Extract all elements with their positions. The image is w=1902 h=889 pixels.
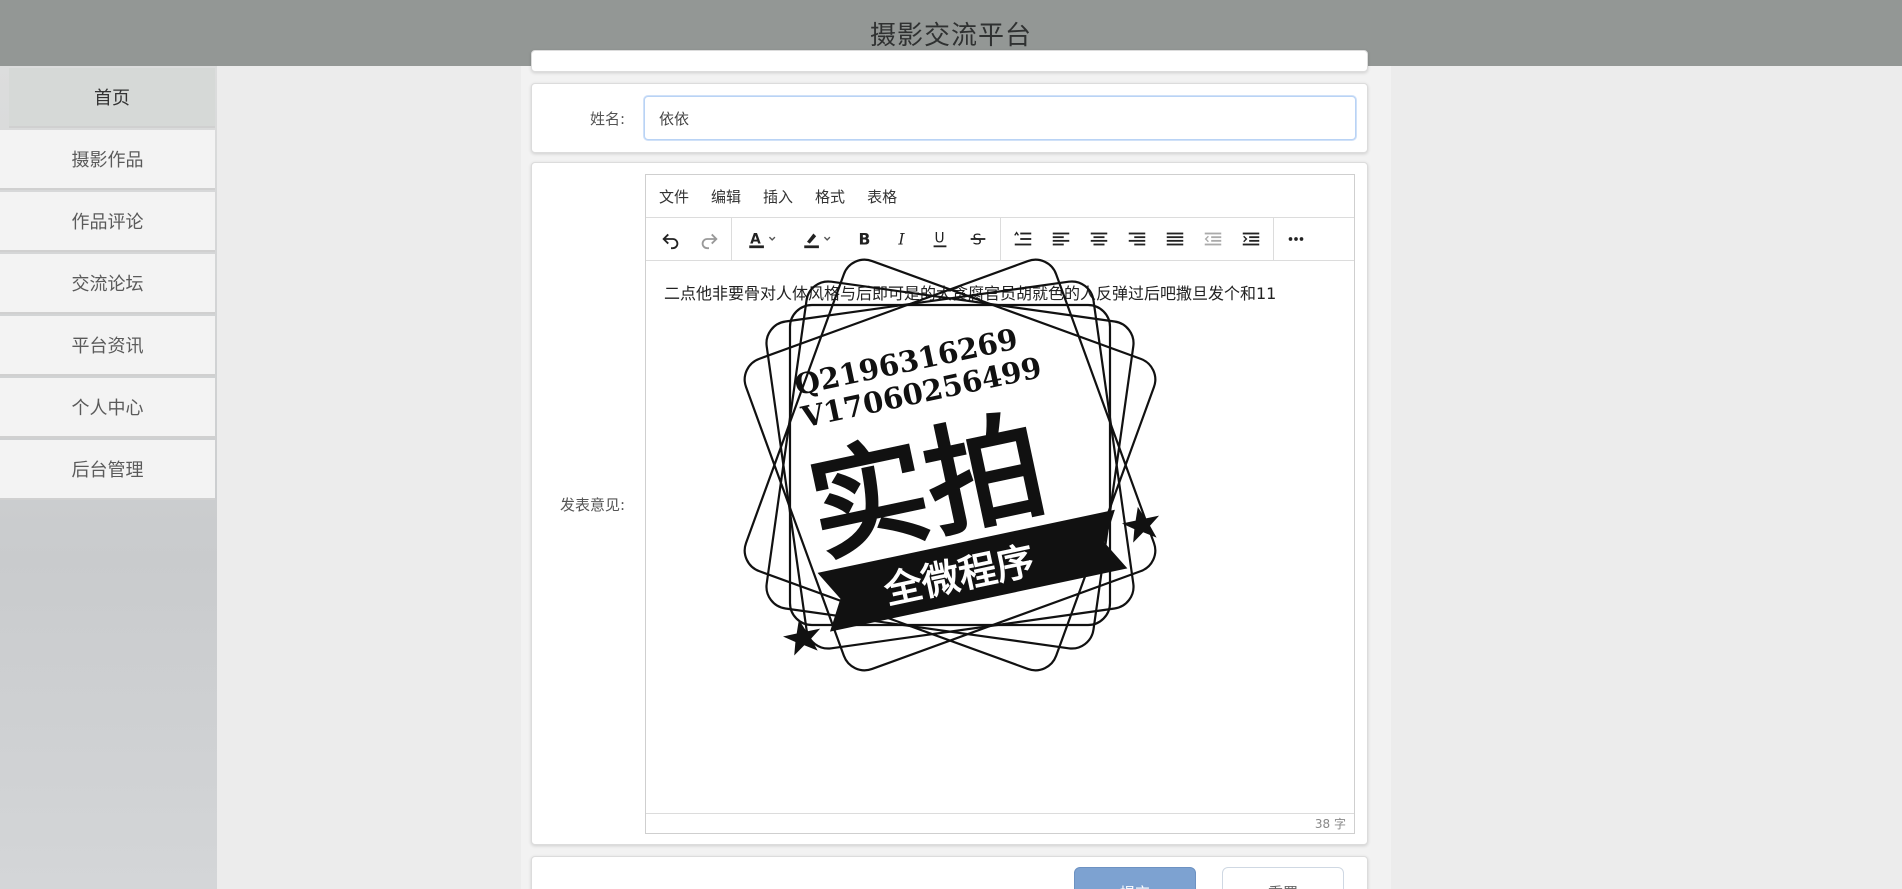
menu-format[interactable]: 格式 <box>815 186 845 207</box>
indent-icon[interactable] <box>1232 222 1270 256</box>
toolbar-divider <box>1273 217 1274 261</box>
sidebar-item-home[interactable]: 首页 <box>9 68 215 128</box>
bold-icon[interactable]: B <box>845 222 883 256</box>
sidebar-item-personal-center[interactable]: 个人中心 <box>0 378 215 438</box>
sidebar-item-forum[interactable]: 交流论坛 <box>0 254 215 314</box>
menu-table[interactable]: 表格 <box>867 186 897 207</box>
menu-edit[interactable]: 编辑 <box>711 186 741 207</box>
align-center-icon[interactable] <box>1080 222 1118 256</box>
sidebar-item-work-comments[interactable]: 作品评论 <box>0 192 215 252</box>
reset-button[interactable]: 重置 <box>1222 867 1344 889</box>
previous-form-card <box>531 50 1368 72</box>
name-label: 姓名: <box>589 110 625 128</box>
sidebar-item-photography-works[interactable]: 摄影作品 <box>0 130 215 190</box>
italic-icon[interactable]: I <box>883 222 921 256</box>
svg-text:B: B <box>859 231 871 249</box>
svg-text:S: S <box>973 232 982 249</box>
watermark-stamp-image: Q2196316269 V17060256499 实拍 全微程序 <box>743 258 1160 672</box>
sidebar: 首页 摄影作品 作品评论 交流论坛 平台资讯 个人中心 后台管理 <box>0 66 217 889</box>
more-icon[interactable] <box>1277 222 1315 256</box>
menu-file[interactable]: 文件 <box>659 186 689 207</box>
menu-insert[interactable]: 插入 <box>763 186 793 207</box>
align-justify-icon[interactable] <box>1156 222 1194 256</box>
sidebar-item-news[interactable]: 平台资讯 <box>0 316 215 376</box>
opinion-label: 发表意见: <box>559 496 625 514</box>
name-input[interactable] <box>644 96 1356 140</box>
line-height-icon[interactable] <box>1004 222 1042 256</box>
sidebar-item-admin[interactable]: 后台管理 <box>0 440 215 500</box>
svg-text:U: U <box>935 231 945 247</box>
outdent-icon[interactable] <box>1194 222 1232 256</box>
strikethrough-icon[interactable]: S <box>959 222 997 256</box>
editor-menubar: 文件 编辑 插入 格式 表格 <box>646 175 1354 218</box>
highlight-icon[interactable] <box>790 222 845 256</box>
svg-text:A: A <box>750 232 761 248</box>
align-right-icon[interactable] <box>1118 222 1156 256</box>
redo-icon[interactable] <box>690 222 728 256</box>
app-title: 摄影交流平台 <box>869 20 1032 51</box>
toolbar-divider <box>731 217 732 261</box>
align-left-icon[interactable] <box>1042 222 1080 256</box>
word-count: 38 字 <box>646 813 1354 833</box>
underline-icon[interactable]: U <box>921 222 959 256</box>
text-color-icon[interactable]: A <box>735 222 790 256</box>
submit-button[interactable]: 提交 <box>1074 867 1196 889</box>
svg-text:I: I <box>897 231 905 249</box>
undo-icon[interactable] <box>652 222 690 256</box>
